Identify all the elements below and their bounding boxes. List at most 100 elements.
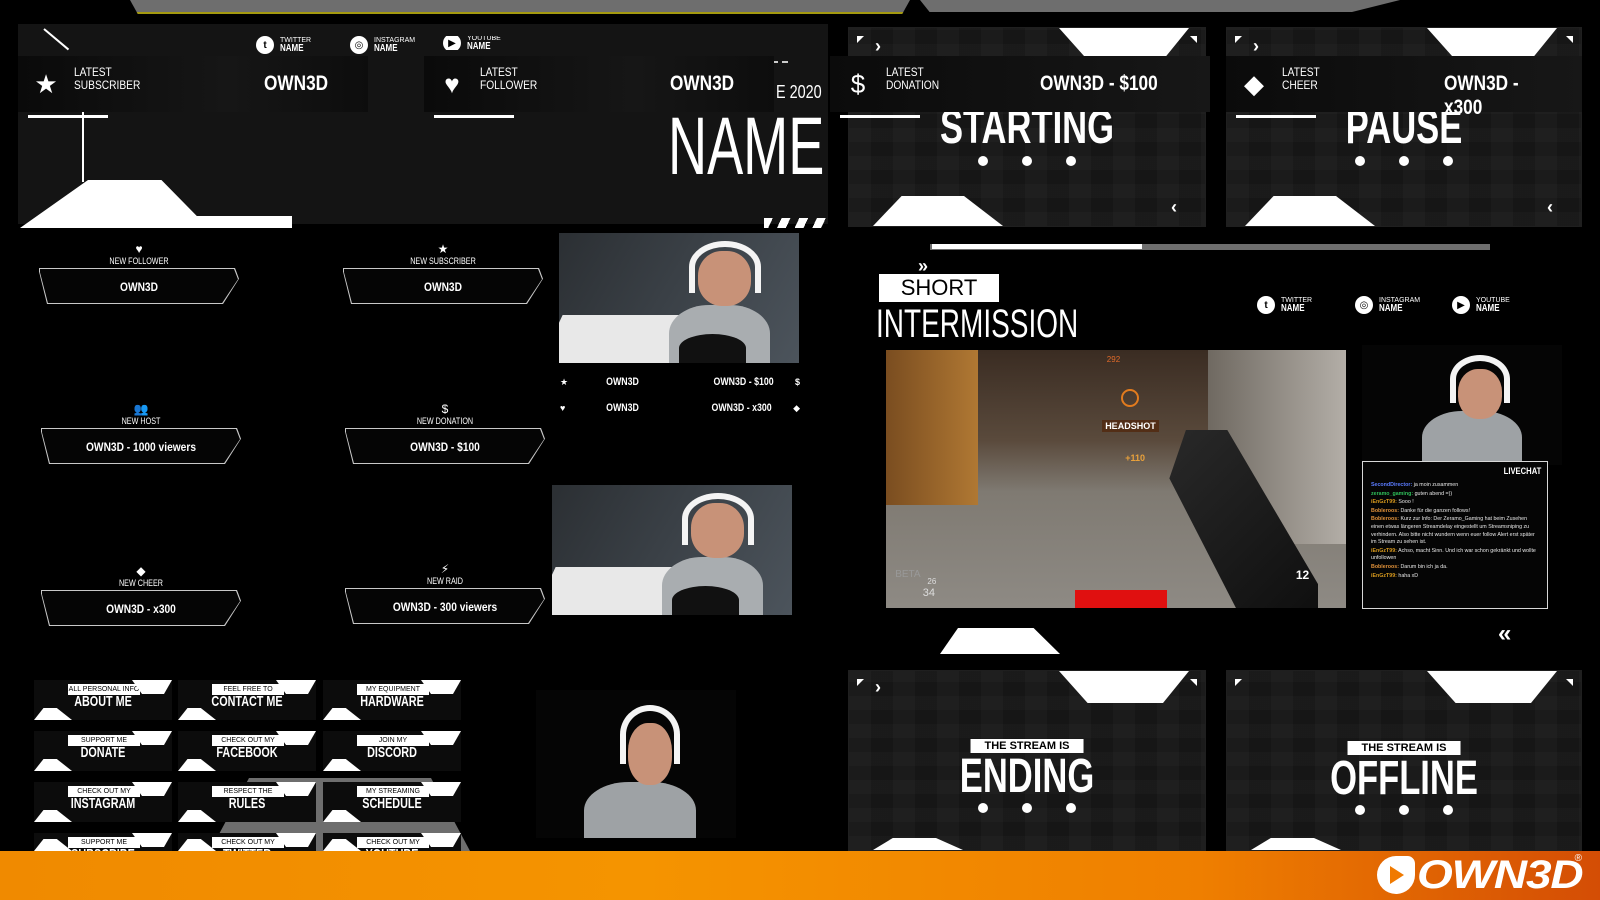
youtube-icon <box>1443 156 1453 166</box>
youtube-icon <box>1066 803 1076 813</box>
scene-socials <box>1227 805 1581 815</box>
points-label: +110 <box>1125 453 1145 464</box>
instagram-icon <box>1399 805 1409 815</box>
panel-facebook[interactable]: CHECK OUT MY FACEBOOK <box>178 731 316 771</box>
panel-title: HARDWARE <box>360 693 424 710</box>
dollar-icon: $ <box>441 402 449 416</box>
latest-subscriber-value: OWN3D <box>264 72 329 95</box>
wedge <box>1251 838 1341 850</box>
webcam-frame-intermission <box>1362 345 1562 465</box>
panel-discord[interactable]: JOIN MY DISCORD <box>323 731 461 771</box>
chat-username[interactable]: SecondDirector: <box>1371 482 1412 488</box>
underline <box>1236 115 1316 118</box>
youtube-icon: ▶ <box>443 36 461 50</box>
intermission-social-instagram[interactable]: ◎ INSTAGRAM NAME <box>1355 296 1420 314</box>
alert-value: OWN3D <box>120 280 158 294</box>
health-b: 34 <box>922 587 936 600</box>
panel-title: DISCORD <box>367 744 417 761</box>
panel-instagram[interactable]: CHECK OUT MY INSTAGRAM <box>34 782 172 822</box>
diamond-icon: ◆ <box>793 402 800 413</box>
top-social-twitter[interactable]: t TWITTER NAME <box>256 36 311 54</box>
panel-rules[interactable]: RESPECT THE RULES <box>178 782 316 822</box>
diamond-icon: ◆ <box>136 564 146 578</box>
dollar-icon: $ <box>850 68 866 99</box>
chat-username[interactable]: Bobleroos: <box>1371 508 1399 514</box>
chat-username[interactable]: iEnGzT99: <box>1371 548 1397 554</box>
alert-new-host: 👥 NEW HOST OWN3D - 1000 viewers <box>41 402 241 464</box>
chat-messages: SecondDirector: ja moin zusammen zeramo_g… <box>1371 482 1541 581</box>
livechat-box: LIVECHAT SecondDirector: ja moin zusamme… <box>1362 461 1548 609</box>
latest-donation-value: OWN3D - $100 <box>1040 72 1158 95</box>
panel-youtube[interactable]: CHECK OUT MYYOUTUBE <box>323 833 461 851</box>
latest-follower-value: OWN3D <box>670 72 735 95</box>
panel-hardware[interactable]: MY EQUIPMENT HARDWARE <box>323 680 461 720</box>
scene-socials <box>1227 156 1581 166</box>
alert-value: OWN3D - 300 viewers <box>392 600 498 614</box>
panel-title: INSTAGRAM <box>70 795 136 812</box>
chat-username[interactable]: zeramo_gaming: <box>1371 491 1413 497</box>
panel-donate[interactable]: SUPPORT ME DONATE <box>34 731 172 771</box>
gameplay-capture: HEADSHOT +110 292 BETA 26 34 12 <box>886 350 1346 608</box>
scene-offline: THE STREAM IS OFFLINE <box>1226 670 1582 851</box>
chat-text: Danke für die ganzen follows! <box>1400 507 1470 514</box>
intermission-title: INTERMISSION <box>876 302 1079 346</box>
panel-title: SCHEDULE <box>362 795 422 812</box>
panel-schedule[interactable]: MY STREAMING SCHEDULE <box>323 782 461 822</box>
chat-message: zeramo_gaming: guten abend =)) <box>1371 491 1541 499</box>
chat-text: guten abend =)) <box>1414 490 1453 497</box>
intermission-social-youtube[interactable]: ▶ YOUTUBE NAME <box>1452 296 1510 314</box>
twitter-icon <box>978 803 988 813</box>
twitter-icon <box>1355 805 1365 815</box>
alert-value: OWN3D - 1000 viewers <box>86 440 196 454</box>
scene-socials <box>849 156 1205 166</box>
webcam-frame-3 <box>536 690 736 838</box>
chat-message: Bobleroos: Kurz zur Info: Der Zeramo_Gam… <box>1371 516 1541 546</box>
top-social-instagram[interactable]: ◎ INSTAGRAM NAME <box>350 36 415 54</box>
chat-text: Darum bin ich ja da. <box>1400 563 1448 570</box>
wedge <box>873 838 963 850</box>
star-icon: ★ <box>437 242 449 256</box>
heart-icon: ♥ <box>560 403 566 413</box>
own3d-logo[interactable]: OWN3D ® <box>1376 853 1583 897</box>
heart-icon: ♥ <box>135 242 143 256</box>
panel-subscribe[interactable]: SUPPORT MESUBSCRIBE <box>34 833 172 851</box>
chat-username[interactable]: iEnGzT99: <box>1371 573 1397 579</box>
chat-message: iEnGzT99: Sooo ! <box>1371 499 1541 507</box>
deco-stripes <box>764 218 828 228</box>
intermission-top-bar <box>932 244 1142 249</box>
twitter-icon: t <box>1257 296 1275 314</box>
instagram-icon: ◎ <box>350 36 368 54</box>
chat-message: iEnGzT99: Achso, macht Sinn. Und ich war… <box>1371 548 1541 563</box>
webcam-frame-1 <box>559 233 799 363</box>
headshot-label: HEADSHOT <box>1102 419 1159 432</box>
corner-mark <box>1566 36 1573 43</box>
instagram-icon <box>1399 156 1409 166</box>
intermission-tag: SHORT <box>879 274 999 302</box>
panel-title: RULES <box>228 795 266 812</box>
panel-contact-me[interactable]: FEEL FREE TO CONTACT ME <box>178 680 316 720</box>
panel-about-me[interactable]: ALL PERSONAL INFO ABOUT ME <box>34 680 172 720</box>
chat-username[interactable]: Bobleroos: <box>1371 564 1399 570</box>
intermission-bottom-wedge <box>940 628 1060 654</box>
corner-mark <box>1190 679 1197 686</box>
twitter-icon <box>978 156 988 166</box>
alert-new-donation: $ NEW DONATION OWN3D - $100 <box>345 402 545 464</box>
chat-username[interactable]: Bobleroos: <box>1371 516 1399 522</box>
twitter-icon <box>1355 156 1365 166</box>
chat-message: iEnGzT99: haha xD <box>1371 573 1541 581</box>
heart-icon: ♥ <box>444 68 460 99</box>
scene-ending: › THE STREAM IS ENDING <box>848 670 1206 851</box>
panel-twitter[interactable]: CHECK OUT MYTWITTER <box>178 833 316 851</box>
scene-ending-title: ENDING <box>959 750 1095 803</box>
intermission-social-twitter[interactable]: t TWITTER NAME <box>1257 296 1312 314</box>
chat-username[interactable]: iEnGzT99: <box>1371 499 1397 505</box>
panel-title: DONATE <box>80 744 126 761</box>
name-year: E 2020 <box>776 82 822 102</box>
chat-text: ja moin zusammen <box>1413 482 1459 488</box>
glitch-band-top <box>130 0 910 14</box>
chevron-left-icon: ‹ <box>1171 197 1177 217</box>
alert-value: OWN3D - x300 <box>106 602 176 616</box>
name-title: NAME <box>668 101 825 192</box>
top-social-youtube[interactable]: ▶ YOUTUBE NAME <box>443 36 501 50</box>
alert-new-raid: ⚡ NEW RAID OWN3D - 300 viewers <box>345 562 545 624</box>
